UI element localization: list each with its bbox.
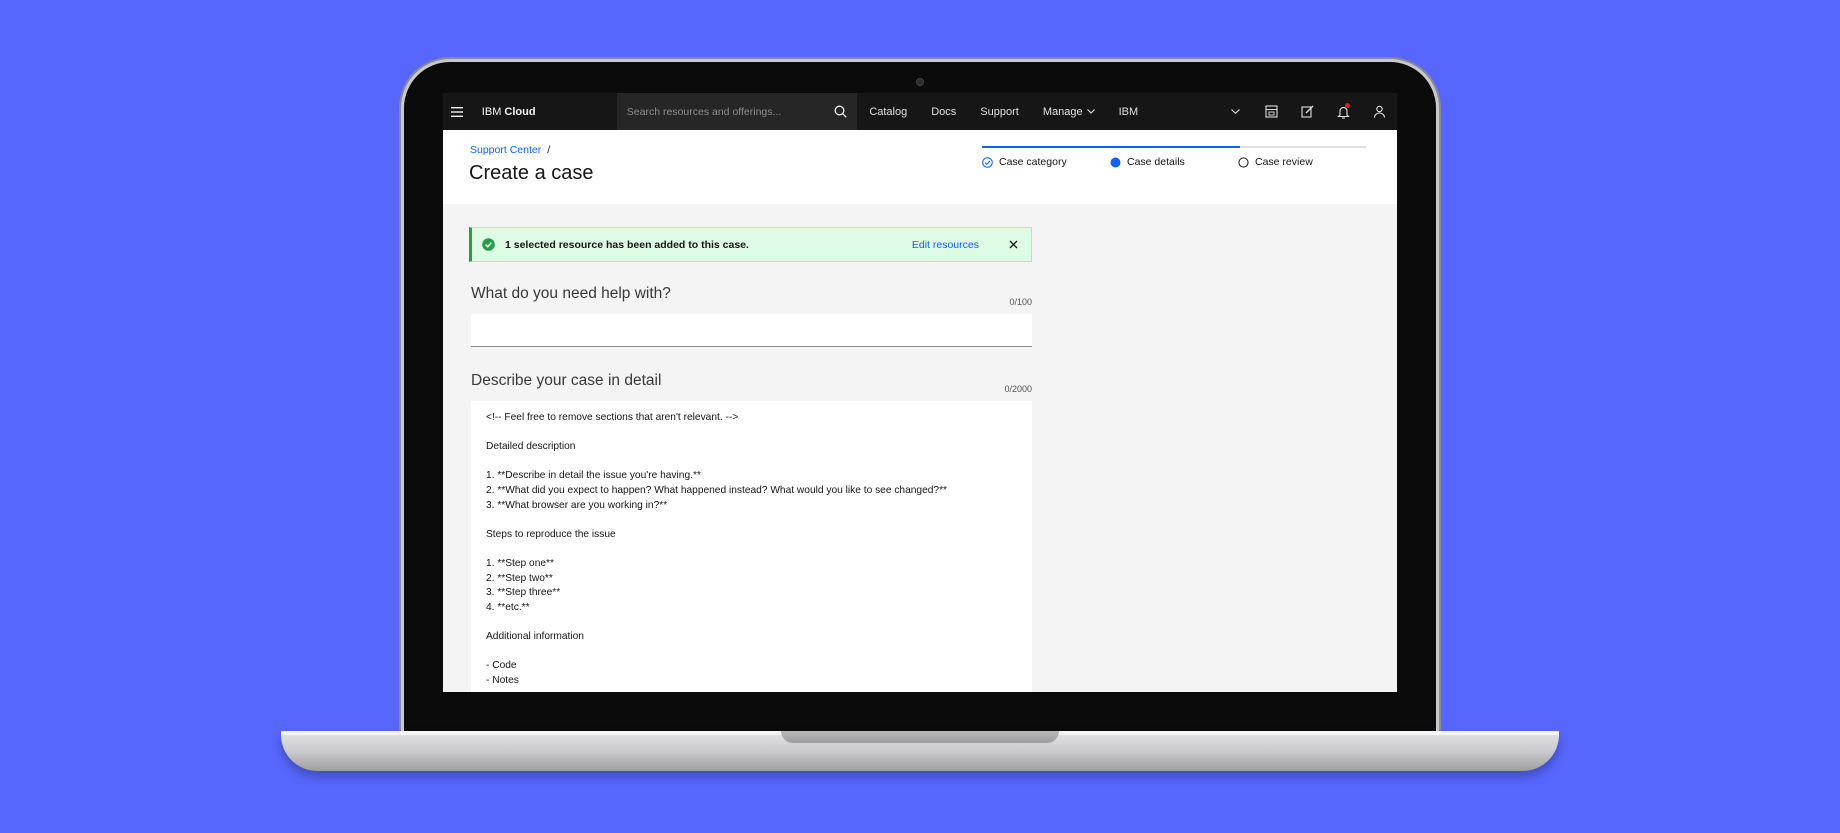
current-step-icon: [1110, 157, 1121, 167]
edit-icon: [1300, 105, 1313, 118]
notifications-button[interactable]: [1325, 93, 1361, 130]
nav-manage-menu[interactable]: Manage: [1031, 106, 1107, 118]
laptop-base: [281, 731, 1559, 771]
nav-link-docs[interactable]: Docs: [919, 106, 968, 118]
textarea-line: <!-- Feel free to remove sections that a…: [486, 412, 739, 423]
progress-fill: [982, 146, 1240, 148]
step-case-details[interactable]: Case details: [1110, 156, 1238, 168]
step-case-category[interactable]: Case category: [982, 156, 1110, 168]
edit-resources-link[interactable]: Edit resources: [912, 239, 979, 251]
textarea-line: - Code: [486, 660, 517, 672]
step-case-review[interactable]: Case review: [1238, 156, 1313, 168]
user-icon: [1373, 105, 1385, 118]
textarea-line: 4. **etc.**: [486, 601, 530, 613]
profile-button[interactable]: [1361, 93, 1397, 130]
detail-counter: 0/2000: [1004, 384, 1032, 394]
subject-label: What do you need help with?: [471, 285, 671, 302]
cost-estimator-button[interactable]: [1253, 93, 1289, 130]
subject-counter: 0/100: [1009, 297, 1032, 307]
textarea-line: 1. **Describe in detail the issue you're…: [486, 470, 701, 482]
manage-label: Manage: [1042, 105, 1083, 118]
menu-button[interactable]: [443, 93, 472, 130]
chevron-down-icon: [1086, 109, 1095, 114]
notification-badge: [1345, 103, 1350, 108]
textarea-line: [486, 542, 1017, 557]
breadcrumb-separator: /: [547, 144, 551, 156]
brand-name: Cloud: [504, 105, 536, 118]
camera: [916, 78, 924, 86]
brand-logo[interactable]: IBM Cloud: [472, 106, 617, 118]
textarea-line: 2. **Step two**: [486, 572, 553, 584]
hamburger-icon: [451, 106, 464, 117]
account-dropdown-button[interactable]: [1217, 93, 1253, 130]
textarea-line: Steps to reproduce the issue: [486, 528, 616, 540]
brand-prefix: IBM: [481, 105, 502, 118]
checkmark-outline-icon: [982, 156, 993, 168]
edit-button[interactable]: [1289, 93, 1325, 130]
step-label: Case review: [1255, 156, 1313, 168]
search-input[interactable]: Search resources and offerings...: [627, 106, 781, 118]
progress-indicator: Case category Case details Case review: [982, 146, 1366, 168]
account-label: IBM: [1118, 105, 1139, 118]
textarea-line: Additional information: [486, 630, 584, 642]
textarea-line: [486, 645, 1017, 660]
detail-textarea[interactable]: <!-- Feel free to remove sections that a…: [471, 401, 1032, 692]
textarea-line: 3. **What browser are you working in?**: [486, 499, 668, 511]
notification-message: 1 selected resource has been added to th…: [505, 238, 749, 251]
case-form: 1 selected resource has been added to th…: [443, 204, 1397, 692]
breadcrumb-link-support-center[interactable]: Support Center: [470, 144, 541, 156]
calculator-icon: [1264, 105, 1278, 118]
nav-link-support[interactable]: Support: [968, 106, 1031, 118]
textarea-line: Detailed description: [486, 441, 576, 453]
close-icon: [1009, 240, 1017, 249]
page-title: Create a case: [469, 162, 594, 184]
close-notification-button[interactable]: [1001, 240, 1025, 249]
textarea-line: 3. **Step three**: [486, 587, 561, 599]
textarea-line: [486, 455, 1017, 470]
incomplete-step-icon: [1238, 156, 1249, 168]
chevron-down-icon: [1230, 109, 1240, 114]
textarea-line: - Notes: [486, 674, 519, 686]
breadcrumb: Support Center /: [470, 144, 550, 156]
checkmark-filled-icon: [482, 238, 495, 251]
step-label: Case category: [999, 156, 1067, 168]
progress-track: [982, 146, 1366, 148]
account-switcher[interactable]: IBM: [1107, 106, 1217, 118]
progress-steps: Case category Case details Case review: [982, 156, 1366, 168]
detail-label: Describe your case in detail: [471, 372, 662, 389]
textarea-line: [486, 513, 1017, 528]
success-notification: 1 selected resource has been added to th…: [469, 227, 1032, 262]
textarea-line: 2. **What did you expect to happen? What…: [486, 484, 948, 496]
top-nav: IBM Cloud Search resources and offerings…: [443, 93, 1397, 130]
search-icon[interactable]: [834, 105, 848, 118]
textarea-line: [486, 426, 1017, 441]
laptop-notch: [781, 731, 1059, 743]
subject-input[interactable]: [471, 314, 1032, 347]
app-screen: IBM Cloud Search resources and offerings…: [443, 93, 1397, 692]
step-label: Case details: [1127, 156, 1185, 168]
nav-actions: [1217, 93, 1397, 130]
textarea-line: [486, 615, 1017, 630]
page-header: Support Center / Create a case Case categ…: [443, 130, 1397, 204]
nav-link-catalog[interactable]: Catalog: [857, 106, 919, 118]
nav-links: Catalog Docs Support Manage: [857, 93, 1106, 130]
search-bar[interactable]: Search resources and offerings...: [616, 93, 858, 130]
textarea-line: 1. **Step one**: [486, 557, 554, 569]
